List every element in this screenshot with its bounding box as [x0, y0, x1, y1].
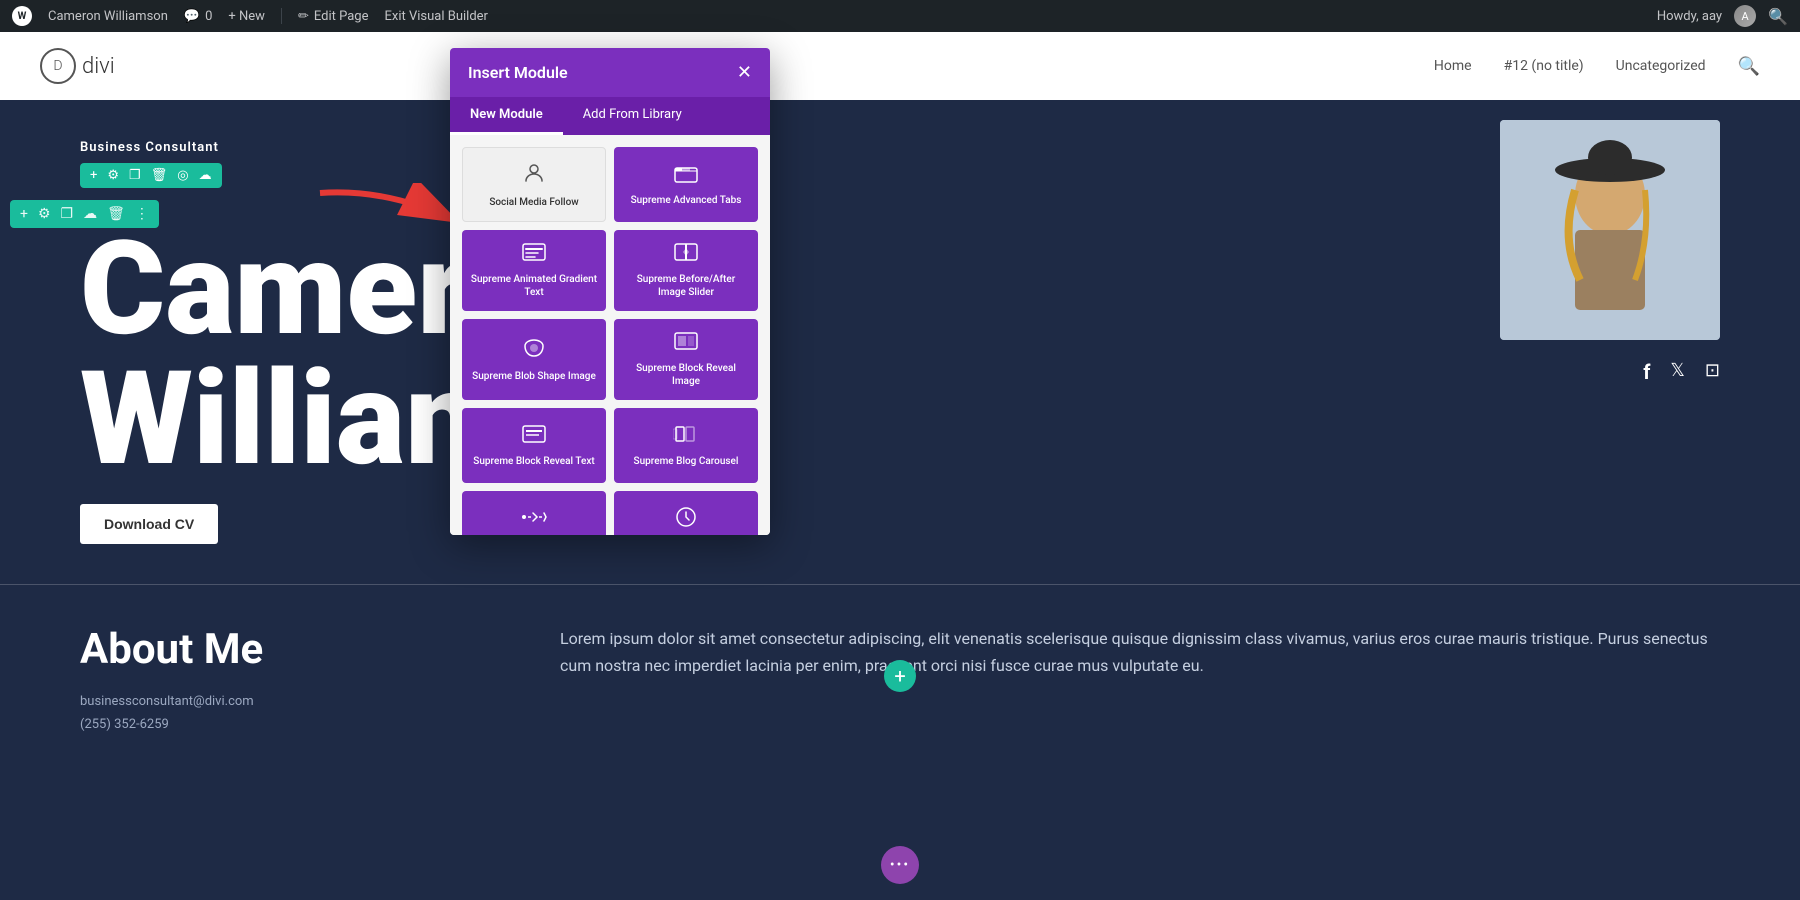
- about-title: About Me: [80, 625, 480, 674]
- social-media-follow-icon: [522, 161, 546, 190]
- profile-svg: [1500, 120, 1720, 340]
- admin-avatar[interactable]: A: [1734, 5, 1756, 27]
- hero-section: Business Consultant + ⚙ ❐ 🗑 ◎ ☁ Cameron …: [0, 100, 1800, 584]
- vb-more-btn[interactable]: ⋮: [135, 206, 149, 222]
- main-content: + ⚙ ❐ ☁ 🗑 ⋮ Business Consultant + ⚙ ❐ 🗑 …: [0, 100, 1800, 900]
- vb-add-btn[interactable]: +: [20, 206, 28, 222]
- site-nav: Home #12 (no title) Uncategorized 🔍: [1434, 56, 1760, 77]
- before-after-label: Supreme Before/After Image Slider: [622, 273, 750, 299]
- about-left: About Me businessconsultant@divi.com (25…: [80, 625, 480, 740]
- dots-symbol: •••: [890, 857, 910, 873]
- animated-gradient-label: Supreme Animated Gradient Text: [470, 273, 598, 299]
- admin-bar-right: Howdy, aay A 🔍: [1657, 5, 1788, 27]
- module-block-reveal-text[interactable]: Supreme Block Reveal Text: [462, 408, 606, 483]
- nav-home[interactable]: Home: [1434, 58, 1472, 74]
- instagram-icon[interactable]: ⊡: [1705, 360, 1720, 384]
- blob-shape-icon: [522, 337, 546, 364]
- purple-dots-btn[interactable]: •••: [881, 846, 919, 884]
- social-media-follow-label: Social Media Follow: [489, 196, 578, 209]
- admin-howdy: Howdy, aay: [1657, 9, 1722, 24]
- breadcrumbs-icon: [521, 507, 547, 531]
- admin-new[interactable]: + New: [228, 9, 265, 24]
- divi-logo-circle: D: [40, 48, 76, 84]
- nav-uncategorized[interactable]: Uncategorized: [1616, 58, 1706, 74]
- admin-edit-page[interactable]: ✏ Edit Page: [298, 9, 369, 24]
- admin-bar: W Cameron Williamson 💬 0 + New ✏ Edit Pa…: [0, 0, 1800, 32]
- blog-carousel-label: Supreme Blog Carousel: [634, 455, 739, 468]
- advanced-tabs-label: Supreme Advanced Tabs: [631, 194, 742, 207]
- profile-placeholder: [1500, 120, 1720, 340]
- row-settings-btn[interactable]: ⚙: [107, 168, 119, 183]
- module-animated-gradient-text[interactable]: Supreme Animated Gradient Text: [462, 230, 606, 311]
- module-social-media-follow[interactable]: Social Media Follow: [462, 147, 606, 222]
- tab-new-module[interactable]: New Module: [450, 97, 563, 135]
- vb-trash-btn[interactable]: 🗑: [107, 206, 125, 222]
- about-email: businessconsultant@divi.com: [80, 694, 480, 709]
- block-reveal-image-label: Supreme Block Reveal Image: [622, 362, 750, 388]
- blog-carousel-icon: [673, 424, 699, 449]
- before-after-icon: [674, 242, 698, 267]
- module-blog-carousel[interactable]: Supreme Blog Carousel: [614, 408, 758, 483]
- hero-name: Cameron Williamson: [80, 224, 1720, 484]
- wp-icon[interactable]: W: [12, 6, 32, 26]
- module-breadcrumbs[interactable]: Supreme Breadcrumbs: [462, 491, 606, 535]
- download-cv-btn[interactable]: Download CV: [80, 504, 218, 544]
- business-hours-icon: [675, 506, 697, 533]
- modal-close-btn[interactable]: ✕: [737, 62, 752, 83]
- modal-tabs: New Module Add From Library: [450, 97, 770, 135]
- business-label: Business Consultant: [80, 140, 1720, 155]
- social-icons-container: f 𝕏 ⊡: [1643, 360, 1720, 384]
- about-right: Lorem ipsum dolor sit amet consectetur a…: [560, 625, 1720, 740]
- module-block-reveal-image[interactable]: Supreme Block Reveal Image: [614, 319, 758, 400]
- nav-no-title[interactable]: #12 (no title): [1504, 58, 1584, 74]
- row-add-btn[interactable]: +: [90, 168, 97, 183]
- row-delete-btn[interactable]: 🗑: [151, 168, 168, 183]
- row-save-btn[interactable]: ☁: [199, 168, 212, 183]
- facebook-icon[interactable]: f: [1643, 360, 1650, 384]
- tab-add-from-library[interactable]: Add From Library: [563, 97, 702, 135]
- module-blob-shape-image[interactable]: Supreme Blob Shape Image: [462, 319, 606, 400]
- admin-exit-vb[interactable]: Exit Visual Builder: [384, 9, 487, 24]
- module-advanced-tabs[interactable]: Supreme Advanced Tabs: [614, 147, 758, 222]
- module-before-after-slider[interactable]: Supreme Before/After Image Slider: [614, 230, 758, 311]
- about-phone: (255) 352-6259: [80, 717, 480, 732]
- vb-clone-btn[interactable]: ❐: [61, 206, 74, 222]
- advanced-tabs-icon: [674, 163, 698, 188]
- plus-btn-between-sections[interactable]: +: [884, 660, 916, 692]
- row-toggle-btn[interactable]: ◎: [177, 168, 188, 183]
- insert-module-modal[interactable]: Insert Module ✕ New Module Add From Libr…: [450, 48, 770, 535]
- modal-body: Social Media Follow Supreme Advanced Tab…: [450, 135, 770, 535]
- admin-site-name[interactable]: Cameron Williamson: [48, 9, 168, 24]
- site-header: D divi Home #12 (no title) Uncategorized…: [0, 32, 1800, 100]
- row-clone-btn[interactable]: ❐: [129, 168, 141, 183]
- vb-settings-btn[interactable]: ⚙: [38, 206, 51, 222]
- vb-toolbar: + ⚙ ❐ ☁ 🗑 ⋮: [10, 200, 159, 228]
- admin-search-icon[interactable]: 🔍: [1768, 7, 1788, 26]
- about-text: Lorem ipsum dolor sit amet consectetur a…: [560, 625, 1720, 679]
- divi-logo-text: divi: [82, 54, 115, 79]
- divi-logo[interactable]: D divi: [40, 48, 115, 84]
- profile-image: [1500, 120, 1720, 340]
- block-reveal-text-label: Supreme Block Reveal Text: [473, 455, 594, 468]
- modal-title: Insert Module: [468, 63, 568, 82]
- module-business-hours[interactable]: Supreme Business Hours: [614, 491, 758, 535]
- admin-comments[interactable]: 💬 0: [184, 9, 213, 24]
- blob-shape-label: Supreme Blob Shape Image: [472, 370, 596, 383]
- vb-save-btn[interactable]: ☁: [83, 206, 97, 222]
- block-reveal-image-icon: [674, 331, 698, 356]
- row-toolbar: + ⚙ ❐ 🗑 ◎ ☁: [80, 163, 222, 188]
- block-reveal-text-icon: [522, 424, 546, 449]
- admin-bar-divider: [281, 8, 282, 24]
- twitter-icon[interactable]: 𝕏: [1670, 360, 1685, 384]
- modal-header: Insert Module ✕: [450, 48, 770, 97]
- animated-gradient-icon: [522, 242, 546, 267]
- site-search-icon[interactable]: 🔍: [1738, 56, 1760, 77]
